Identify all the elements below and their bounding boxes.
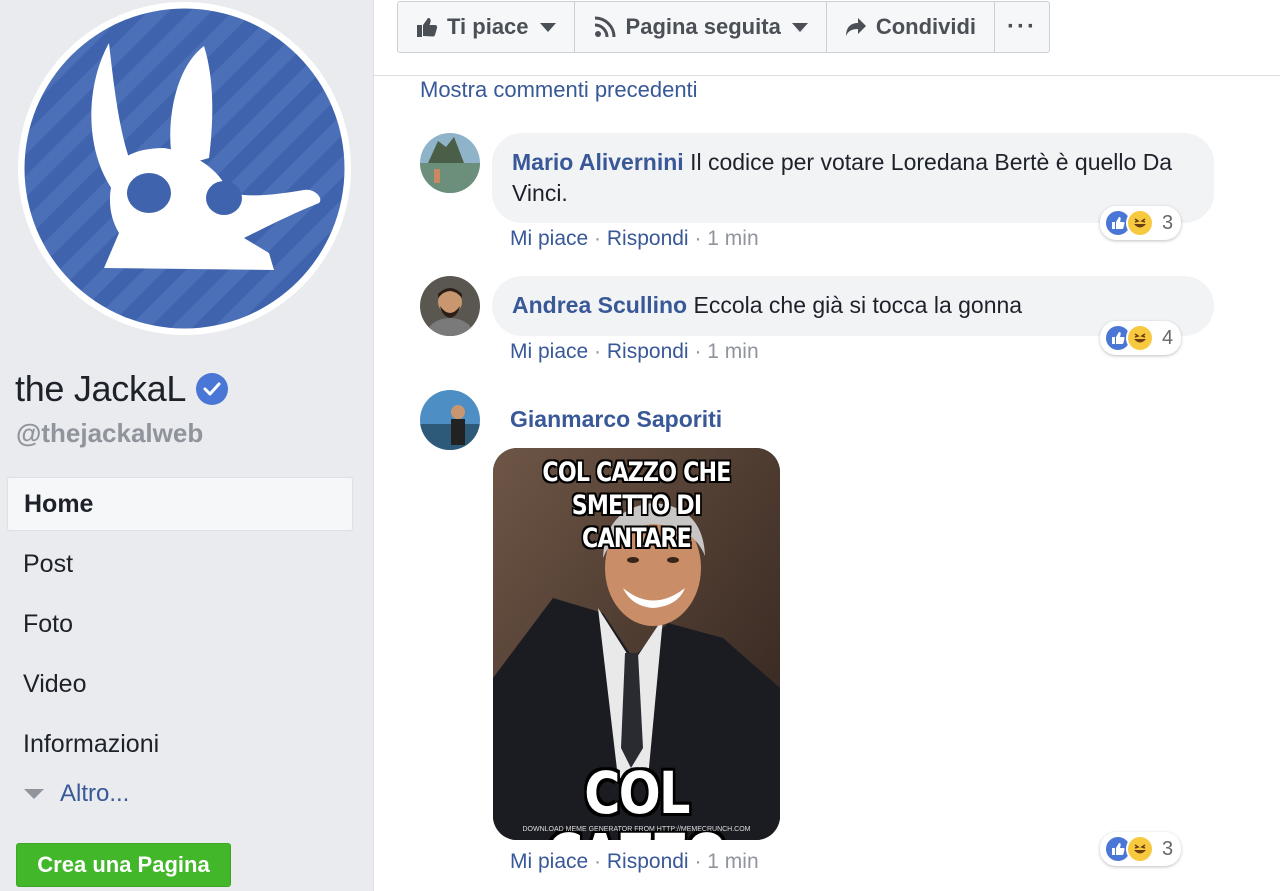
comment-author[interactable]: Andrea Scullino bbox=[512, 292, 687, 318]
follow-page-button[interactable]: Pagina seguita bbox=[575, 2, 827, 52]
meme-image[interactable]: COL CAZZO CHE SMETTO DI CANTARE COL CAZZ… bbox=[493, 448, 780, 840]
nav-item-label: Video bbox=[23, 669, 87, 698]
meme-top-text: COL CAZZO CHE SMETTO DI CANTARE bbox=[542, 457, 731, 554]
comment-meta: Mi piace · Rispondi · 1 min bbox=[510, 227, 759, 250]
like-page-button[interactable]: Ti piace bbox=[398, 2, 575, 52]
page-action-bar: Ti piace Pagina seguita Condividi ··· bbox=[397, 1, 1051, 53]
reaction-count: 3 bbox=[1162, 211, 1174, 234]
nav-item-label: Home bbox=[24, 489, 94, 518]
comment-item: Mario Alivernini Il codice per votare Lo… bbox=[420, 133, 1220, 253]
comment-like-link[interactable]: Mi piace bbox=[510, 227, 588, 250]
nav-item-label: Informazioni bbox=[23, 729, 160, 758]
dropdown-triangle-icon bbox=[24, 789, 44, 799]
comment-reply-link[interactable]: Rispondi bbox=[607, 227, 689, 250]
reaction-count: 3 bbox=[1162, 837, 1174, 860]
avatar[interactable] bbox=[420, 276, 480, 336]
comment-reply-link[interactable]: Rispondi bbox=[607, 340, 689, 363]
nav-item-label: Post bbox=[23, 549, 74, 578]
left-sidebar: the JackaL @thejackalweb Home Post Foto … bbox=[0, 0, 373, 891]
chevron-down-icon bbox=[791, 22, 808, 32]
nav-item-video[interactable]: Video bbox=[7, 654, 353, 714]
comment-like-link[interactable]: Mi piace bbox=[510, 850, 588, 873]
comment-text: Eccola che già si tocca la gonna bbox=[693, 292, 1023, 318]
show-previous-comments-link[interactable]: Mostra commenti precedenti bbox=[420, 77, 698, 103]
jackal-logo-icon bbox=[24, 8, 345, 329]
nav-item-foto[interactable]: Foto bbox=[7, 594, 353, 654]
like-page-label: Ti piace bbox=[447, 14, 529, 39]
page-handle[interactable]: @thejackalweb bbox=[16, 418, 203, 449]
comment-reply-link[interactable]: Rispondi bbox=[607, 850, 689, 873]
comment-time[interactable]: 1 min bbox=[707, 340, 758, 363]
reaction-summary[interactable]: 3 bbox=[1100, 832, 1182, 866]
chevron-down-icon bbox=[539, 22, 556, 32]
comment-author[interactable]: Mario Alivernini bbox=[512, 149, 684, 175]
haha-reaction-icon bbox=[1126, 324, 1154, 352]
nav-more-link[interactable]: Altro... bbox=[24, 780, 129, 808]
avatar[interactable] bbox=[420, 390, 480, 450]
reaction-summary[interactable]: 3 bbox=[1100, 206, 1182, 240]
page-name-text[interactable]: the JackaL bbox=[15, 368, 186, 410]
haha-reaction-icon bbox=[1126, 835, 1154, 863]
reaction-summary[interactable]: 4 bbox=[1100, 321, 1182, 355]
meme-credit-text: DOWNLOAD MEME GENERATOR FROM HTTP://MEME… bbox=[522, 826, 751, 833]
nav-item-label: Foto bbox=[23, 609, 74, 638]
main-content: Ti piace Pagina seguita Condividi ··· Mo… bbox=[374, 0, 1280, 891]
nav-item-informazioni[interactable]: Informazioni bbox=[7, 714, 353, 774]
nav-item-post[interactable]: Post bbox=[7, 534, 353, 594]
more-dots-icon[interactable]: ··· bbox=[995, 2, 1049, 52]
follow-page-label: Pagina seguita bbox=[625, 14, 781, 39]
like-thumb-icon bbox=[417, 18, 438, 37]
section-separator bbox=[374, 75, 1280, 76]
comment-author-line: Gianmarco Saporiti bbox=[510, 406, 722, 433]
reaction-count: 4 bbox=[1162, 326, 1174, 349]
nav-item-home[interactable]: Home bbox=[7, 477, 353, 531]
comment-meta: Mi piace · Rispondi · 1 min bbox=[510, 850, 759, 873]
page-nav: Home Post Foto Video Informazioni bbox=[7, 477, 353, 774]
create-page-button[interactable]: Crea una Pagina bbox=[16, 843, 231, 887]
verified-badge-icon bbox=[196, 373, 229, 405]
share-arrow-icon bbox=[845, 18, 866, 36]
comment-meta: Mi piace · Rispondi · 1 min bbox=[510, 340, 759, 363]
comment-like-link[interactable]: Mi piace bbox=[510, 340, 588, 363]
comment-author[interactable]: Gianmarco Saporiti bbox=[510, 406, 722, 432]
comment-item: Gianmarco Saporiti COL CAZZO CHE SMETTO … bbox=[420, 390, 1220, 885]
comment-time[interactable]: 1 min bbox=[707, 850, 758, 873]
share-label: Condividi bbox=[875, 14, 977, 39]
haha-reaction-icon bbox=[1126, 209, 1154, 237]
comment-time[interactable]: 1 min bbox=[707, 227, 758, 250]
page-profile-picture[interactable] bbox=[18, 2, 351, 335]
avatar[interactable] bbox=[420, 133, 480, 193]
comment-item: Andrea Scullino Eccola che già si tocca … bbox=[420, 276, 1220, 376]
share-button[interactable]: Condividi bbox=[827, 2, 996, 52]
page-title[interactable]: the JackaL bbox=[15, 368, 229, 410]
rss-follow-icon bbox=[594, 16, 616, 38]
nav-more-label: Altro... bbox=[60, 780, 130, 807]
